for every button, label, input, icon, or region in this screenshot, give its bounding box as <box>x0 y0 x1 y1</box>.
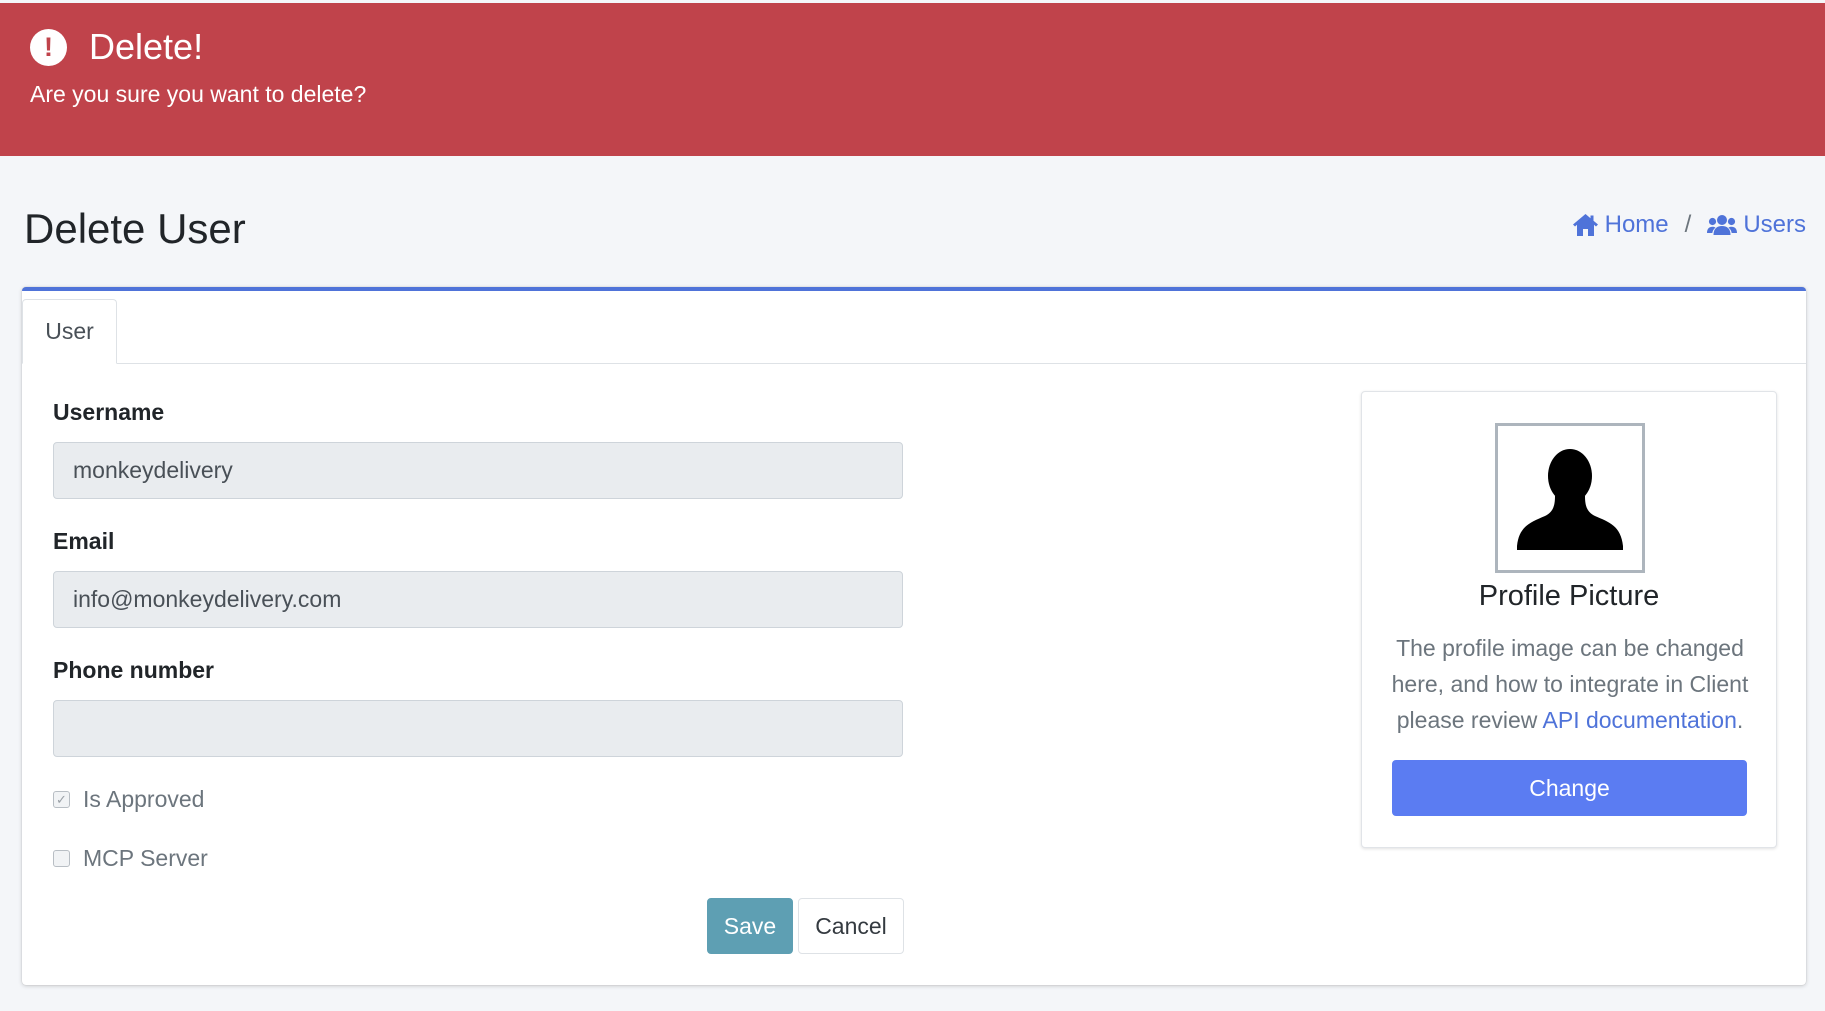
mcp-server-row: MCP Server <box>53 845 208 872</box>
breadcrumb-users-label: Users <box>1743 211 1806 238</box>
exclamation-circle-icon: ! <box>30 28 67 66</box>
phone-number-label: Phone number <box>53 657 215 683</box>
alert-message: Are you sure you want to delete? <box>30 81 367 107</box>
alert-title: Delete! <box>89 26 204 67</box>
profile-picture-panel: Profile Picture The profile image can be… <box>1361 391 1777 848</box>
is-approved-checkbox[interactable]: ✓ <box>53 791 70 808</box>
email-field[interactable] <box>53 571 903 628</box>
delete-alert: ! Delete! Are you sure you want to delet… <box>0 3 1825 156</box>
tab-bar: User <box>22 291 1806 364</box>
api-documentation-link[interactable]: API documentation <box>1543 707 1737 733</box>
user-silhouette-icon <box>1517 449 1623 550</box>
mcp-server-label: MCP Server <box>83 845 208 871</box>
is-approved-row: ✓ Is Approved <box>53 786 204 813</box>
profile-picture-description: The profile image can be changed here, a… <box>1384 630 1756 738</box>
breadcrumb-home-label: Home <box>1604 211 1669 238</box>
cancel-button[interactable]: Cancel <box>798 898 904 954</box>
page-title: Delete User <box>24 205 246 252</box>
avatar <box>1495 423 1645 573</box>
phone-number-field[interactable] <box>53 700 903 757</box>
email-label: Email <box>53 528 115 554</box>
user-card: User Username Email Phone number ✓ Is Ap… <box>22 287 1806 985</box>
breadcrumb-users-link[interactable]: Users <box>1707 209 1806 241</box>
tab-user[interactable]: User <box>22 299 117 364</box>
alert-header: ! Delete! <box>30 25 1795 69</box>
profile-picture-title: Profile Picture <box>1478 580 1660 612</box>
save-button[interactable]: Save <box>707 898 793 954</box>
breadcrumb-separator: / <box>1684 211 1692 238</box>
username-field[interactable] <box>53 442 903 499</box>
home-icon <box>1572 214 1598 236</box>
breadcrumb: Home / Users <box>1572 209 1806 241</box>
profile-description-end: . <box>1736 707 1744 733</box>
is-approved-label: Is Approved <box>83 786 205 812</box>
users-icon <box>1707 215 1738 235</box>
username-label: Username <box>53 399 165 425</box>
breadcrumb-home-link[interactable]: Home <box>1572 209 1669 241</box>
mcp-server-checkbox[interactable] <box>53 850 70 867</box>
change-picture-button[interactable]: Change <box>1392 760 1747 816</box>
